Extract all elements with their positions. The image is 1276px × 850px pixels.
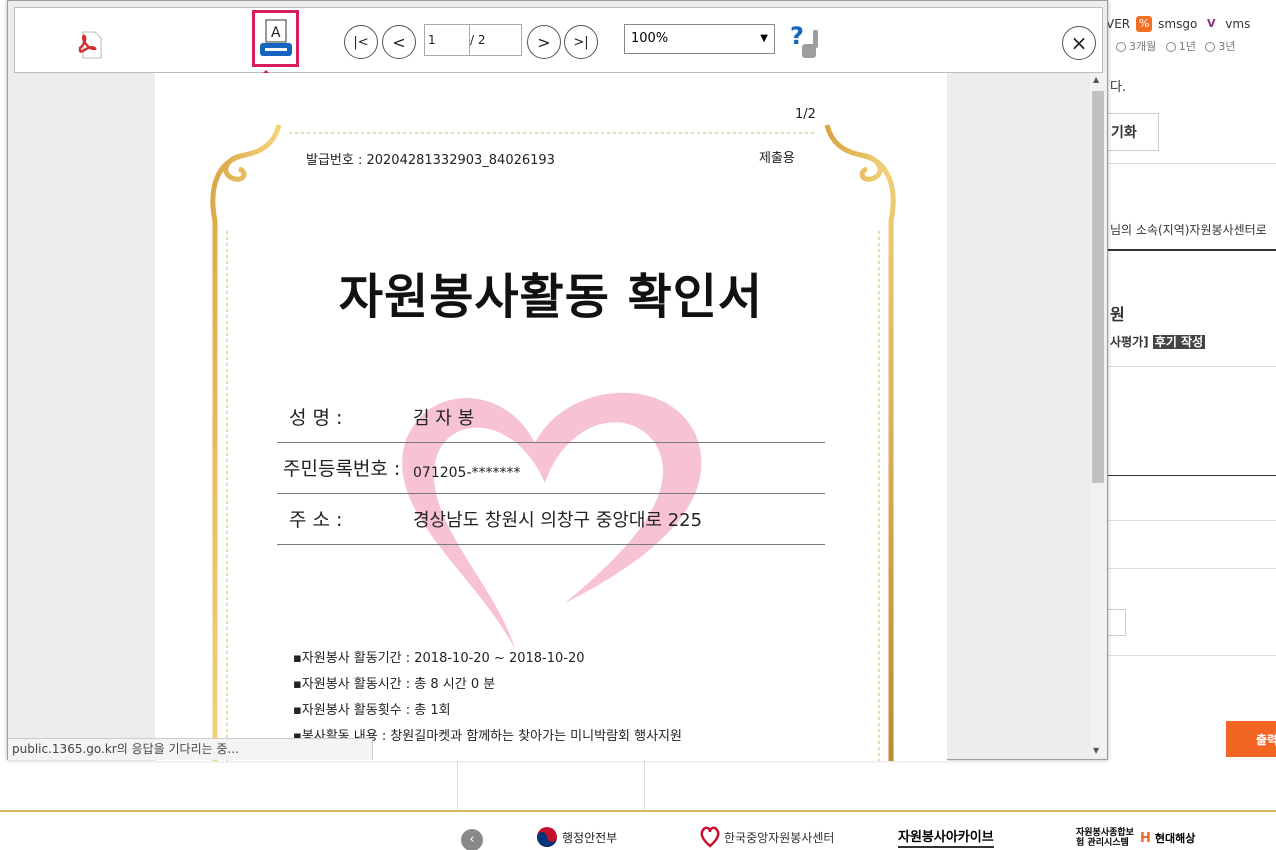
status-bar: public.1365.go.kr의 응답을 기다리는 중...	[8, 738, 373, 760]
bg-note: 다.	[1110, 80, 1127, 95]
logo-text: 자원봉사아카이브	[898, 830, 994, 845]
divider	[1108, 249, 1276, 251]
chevron-down-icon: ▼	[760, 33, 768, 44]
taegeuk-icon	[537, 827, 557, 847]
issue-number: 발급번호 : 20204281332903_84026193	[306, 153, 555, 168]
field-value: 071205-*******	[413, 465, 521, 481]
vms-icon: V	[1207, 17, 1216, 30]
field-label: 성 명 :	[289, 407, 343, 429]
usage-label: 제출용	[759, 151, 795, 166]
section-title: 원	[1110, 305, 1125, 324]
smsgo-icon: %	[1136, 16, 1153, 32]
footer-divider	[0, 810, 1276, 812]
center-text: 님의 소속(지역)자원봉사센터로	[1110, 223, 1267, 237]
detail-count: ▪자원봉사 활동횟수 : 총 1회	[293, 703, 451, 718]
first-page-button[interactable]: |<	[344, 25, 378, 59]
divider	[1108, 366, 1276, 367]
detail-period: ▪자원봉사 활동기간 : 2018-10-20 ~ 2018-10-20	[293, 651, 585, 666]
field-label: 주 소 :	[289, 509, 343, 531]
last-page-icon: >|	[573, 34, 589, 50]
eval-text: 사평가]	[1110, 335, 1149, 349]
heart-logo-icon	[700, 826, 720, 848]
next-page-icon: >	[537, 32, 551, 52]
radio-button[interactable]	[1165, 42, 1176, 52]
logo-text: 한국중앙자원봉사센터	[724, 830, 835, 845]
field-id-number: 주민등록번호 : 071205-*******	[277, 444, 825, 494]
pdf-icon	[78, 31, 102, 59]
first-page-icon: |<	[353, 34, 369, 50]
footer-prev-arrow[interactable]: ‹	[461, 829, 483, 850]
print-button[interactable]: 출력	[1226, 721, 1276, 757]
logo-insurance[interactable]: 자원봉사종합보험 관리시스템 H 현대해상	[1076, 828, 1195, 848]
scroll-up-icon[interactable]: ▲	[1093, 75, 1099, 84]
prev-page-icon: <	[392, 32, 406, 52]
bookmark-naver[interactable]: VER	[1106, 17, 1130, 31]
logo-archive[interactable]: 자원봉사아카이브	[898, 826, 994, 848]
prev-page-button[interactable]: <	[382, 25, 416, 59]
activity-details: ▪자원봉사 활동기간 : 2018-10-20 ~ 2018-10-20 ▪자원…	[293, 647, 682, 751]
pdf-export-button[interactable]	[75, 30, 105, 60]
svg-text:?: ?	[790, 22, 804, 50]
radio-label: 3년	[1218, 40, 1236, 53]
next-page-button[interactable]: >	[527, 25, 561, 59]
radio-label: 1년	[1178, 40, 1196, 53]
close-button[interactable]: ×	[1062, 26, 1096, 60]
field-label: 주민등록번호 :	[283, 458, 401, 480]
field-name: 성 명 : 김 자 봉	[277, 393, 825, 443]
input-box[interactable]	[1108, 609, 1126, 636]
divider	[1108, 568, 1276, 569]
viewer-toolbar: A |< < 1 / 2 > >| 100% ▼ ? ×	[14, 7, 1103, 73]
page-number-input[interactable]: 1	[424, 24, 470, 56]
report-viewer-window: A |< < 1 / 2 > >| 100% ▼ ? × 1/2 발급번호: …	[7, 0, 1108, 761]
logo-kvc[interactable]: 한국중앙자원봉사센터	[700, 826, 834, 848]
period-radios[interactable]: 3개월 1년 3년	[1110, 38, 1236, 54]
help-button[interactable]: ?	[790, 22, 826, 60]
radio-label: 3개월	[1129, 40, 1157, 53]
vertical-scrollbar[interactable]: ▲ ▼	[1090, 73, 1106, 757]
logo-text: 현대해상	[1154, 832, 1196, 845]
divider	[1108, 163, 1276, 164]
logo-mois[interactable]: 행정안전부	[536, 826, 617, 848]
divider	[1108, 520, 1276, 521]
field-value: 경상남도 창원시 의창구 중앙대로 225	[413, 510, 703, 531]
close-icon: ×	[1070, 31, 1088, 55]
print-icon: A	[260, 19, 292, 56]
field-value: 김 자 봉	[413, 408, 475, 429]
page-indicator: 1/2	[795, 107, 816, 122]
eval-row: 사평가] 후기 작성	[1110, 333, 1206, 350]
footer-box	[457, 760, 645, 810]
logo-text: 자원봉사종합보험 관리시스템	[1076, 828, 1134, 848]
divider	[1108, 475, 1276, 476]
radio-button[interactable]	[1116, 42, 1126, 52]
svg-text:A: A	[271, 25, 281, 41]
logo-text: 행정안전부	[562, 830, 618, 845]
scrollbar-thumb[interactable]	[1092, 91, 1104, 483]
review-link[interactable]: 후기 작성	[1152, 335, 1206, 349]
screen: VER % smsgo V vms 3개월 1년 3년 다. 기화 님의 소속(…	[0, 0, 1276, 850]
scroll-down-icon[interactable]: ▼	[1093, 746, 1099, 755]
divider	[1108, 655, 1276, 656]
bookmark-bar: VER % smsgo V vms	[1106, 10, 1250, 38]
reset-button[interactable]: 기화	[1106, 113, 1159, 151]
help-icon: ?	[790, 22, 818, 58]
detail-hours: ▪자원봉사 활동시간 : 총 8 시간 0 분	[293, 677, 496, 692]
document-title: 자원봉사활동 확인서	[338, 269, 764, 325]
hyundai-icon: H	[1140, 830, 1151, 846]
document-page: 1/2 발급번호 : 20204281332903_84026193 제출용 자…	[155, 73, 947, 761]
radio-button[interactable]	[1205, 42, 1216, 52]
zoom-value: 100%	[631, 31, 669, 46]
bookmark-smsgo[interactable]: smsgo	[1158, 17, 1197, 31]
page-total: / 2	[470, 24, 522, 56]
bookmark-vms[interactable]: vms	[1225, 17, 1250, 31]
last-page-button[interactable]: >|	[564, 25, 598, 59]
print-button[interactable]: A	[252, 10, 299, 67]
field-address: 주 소 : 경상남도 창원시 의창구 중앙대로 225	[277, 495, 825, 545]
zoom-select[interactable]: 100% ▼	[624, 24, 775, 54]
